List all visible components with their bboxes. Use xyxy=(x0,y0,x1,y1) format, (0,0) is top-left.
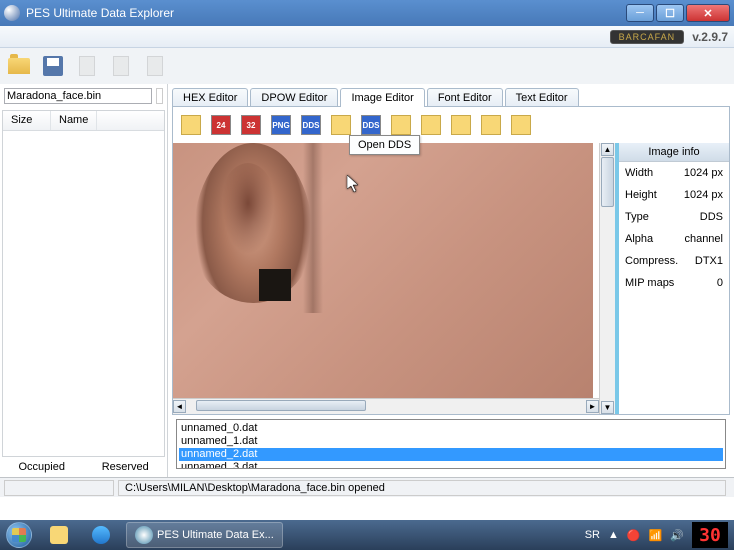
import-button[interactable] xyxy=(106,51,136,81)
cursor-icon xyxy=(347,175,361,193)
v-scrollbar[interactable]: ▲ ▼ xyxy=(599,143,615,414)
file-list[interactable]: unnamed_0.datunnamed_1.datunnamed_2.datu… xyxy=(176,419,726,469)
export-button[interactable] xyxy=(72,51,102,81)
version-label: v.2.9.7 xyxy=(692,30,728,44)
lang-indicator[interactable]: SR xyxy=(585,529,600,541)
file-item[interactable]: unnamed_1.dat xyxy=(179,435,723,448)
maximize-button[interactable]: ☐ xyxy=(656,4,684,22)
tab-bar: HEX EditorDPOW EditorImage EditorFont Ed… xyxy=(172,88,730,107)
file-item[interactable]: unnamed_3.dat xyxy=(179,461,723,469)
tab-dpow-editor[interactable]: DPOW Editor xyxy=(250,88,338,107)
info-row-alpha: Alphachannel xyxy=(619,228,729,250)
info-header: Image info xyxy=(619,143,729,162)
taskbar[interactable]: PES Ultimate Data Ex... SR ▲ 🔴 📶 🔊 30 xyxy=(0,520,734,550)
occupied-label: Occupied xyxy=(0,459,84,477)
right-panel: HEX EditorDPOW EditorImage EditorFont Ed… xyxy=(168,84,734,477)
window-title: PES Ultimate Data Explorer xyxy=(26,6,626,20)
img-tool-2[interactable]: 32 xyxy=(237,110,265,140)
img-tool-0[interactable] xyxy=(177,110,205,140)
taskbar-app[interactable]: PES Ultimate Data Ex... xyxy=(126,522,283,548)
file-item[interactable]: unnamed_2.dat xyxy=(179,448,723,461)
info-row-width: Width1024 px xyxy=(619,162,729,184)
info-row-type: TypeDDS xyxy=(619,206,729,228)
status-cell-1 xyxy=(4,480,114,496)
tooltip: Open DDS xyxy=(349,135,420,155)
info-row-compress: Compress.DTX1 xyxy=(619,250,729,272)
tab-content: 2432PNGDDSDDSOpen DDS ◄ ► ▲ xyxy=(172,106,730,415)
img-tool-1[interactable]: 24 xyxy=(207,110,235,140)
close-button[interactable]: ✕ xyxy=(686,4,730,22)
col-size[interactable]: Size xyxy=(3,111,51,130)
clock[interactable]: 30 xyxy=(692,522,728,548)
tab-font-editor[interactable]: Font Editor xyxy=(427,88,503,107)
taskbar-app-label: PES Ultimate Data Ex... xyxy=(157,529,274,541)
h-scrollbar[interactable]: ◄ ► xyxy=(173,398,599,414)
img-tool-9[interactable] xyxy=(447,110,475,140)
minimize-button[interactable]: ─ xyxy=(626,4,654,22)
status-bar: C:\Users\MILAN\Desktop\Maradona_face.bin… xyxy=(0,477,734,497)
tool-button[interactable] xyxy=(140,51,170,81)
title-bar: PES Ultimate Data Explorer ─ ☐ ✕ xyxy=(0,0,734,26)
img-tool-11[interactable] xyxy=(507,110,535,140)
left-panel: Size Name Occupied Reserved xyxy=(0,84,168,477)
img-tool-4[interactable]: DDS xyxy=(297,110,325,140)
file-item[interactable]: unnamed_0.dat xyxy=(179,422,723,435)
brand-badge: BARCAFAN xyxy=(610,30,685,44)
main-toolbar xyxy=(0,48,734,84)
image-info-panel: Image info Width1024 pxHeight1024 pxType… xyxy=(619,143,729,414)
status-path: C:\Users\MILAN\Desktop\Maradona_face.bin… xyxy=(118,480,726,496)
image-preview[interactable] xyxy=(173,143,593,398)
open-button[interactable] xyxy=(4,51,34,81)
img-tool-10[interactable] xyxy=(477,110,505,140)
flag-icon: 🔴 xyxy=(627,529,641,542)
start-button[interactable] xyxy=(0,520,38,550)
network-icon: 📶 xyxy=(649,529,663,542)
file-tree[interactable]: Size Name xyxy=(2,110,165,457)
info-row-mip maps: MIP maps0 xyxy=(619,272,729,294)
col-name[interactable]: Name xyxy=(51,111,97,130)
image-toolbar: 2432PNGDDSDDSOpen DDS xyxy=(173,107,729,143)
reserved-label: Reserved xyxy=(84,459,168,477)
system-tray[interactable]: SR ▲ 🔴 📶 🔊 30 xyxy=(585,522,734,548)
img-tool-3[interactable]: PNG xyxy=(267,110,295,140)
explorer-icon[interactable] xyxy=(42,522,80,548)
menu-bar: BARCAFAN v.2.9.7 xyxy=(0,26,734,48)
tab-hex-editor[interactable]: HEX Editor xyxy=(172,88,248,107)
app-icon xyxy=(4,5,20,21)
tab-image-editor[interactable]: Image Editor xyxy=(340,88,424,107)
sound-icon: 🔊 xyxy=(670,529,684,542)
tab-text-editor[interactable]: Text Editor xyxy=(505,88,579,107)
browser-icon[interactable] xyxy=(84,522,122,548)
img-tool-8[interactable] xyxy=(417,110,445,140)
save-button[interactable] xyxy=(38,51,68,81)
filename-input[interactable] xyxy=(4,88,152,104)
info-row-height: Height1024 px xyxy=(619,184,729,206)
